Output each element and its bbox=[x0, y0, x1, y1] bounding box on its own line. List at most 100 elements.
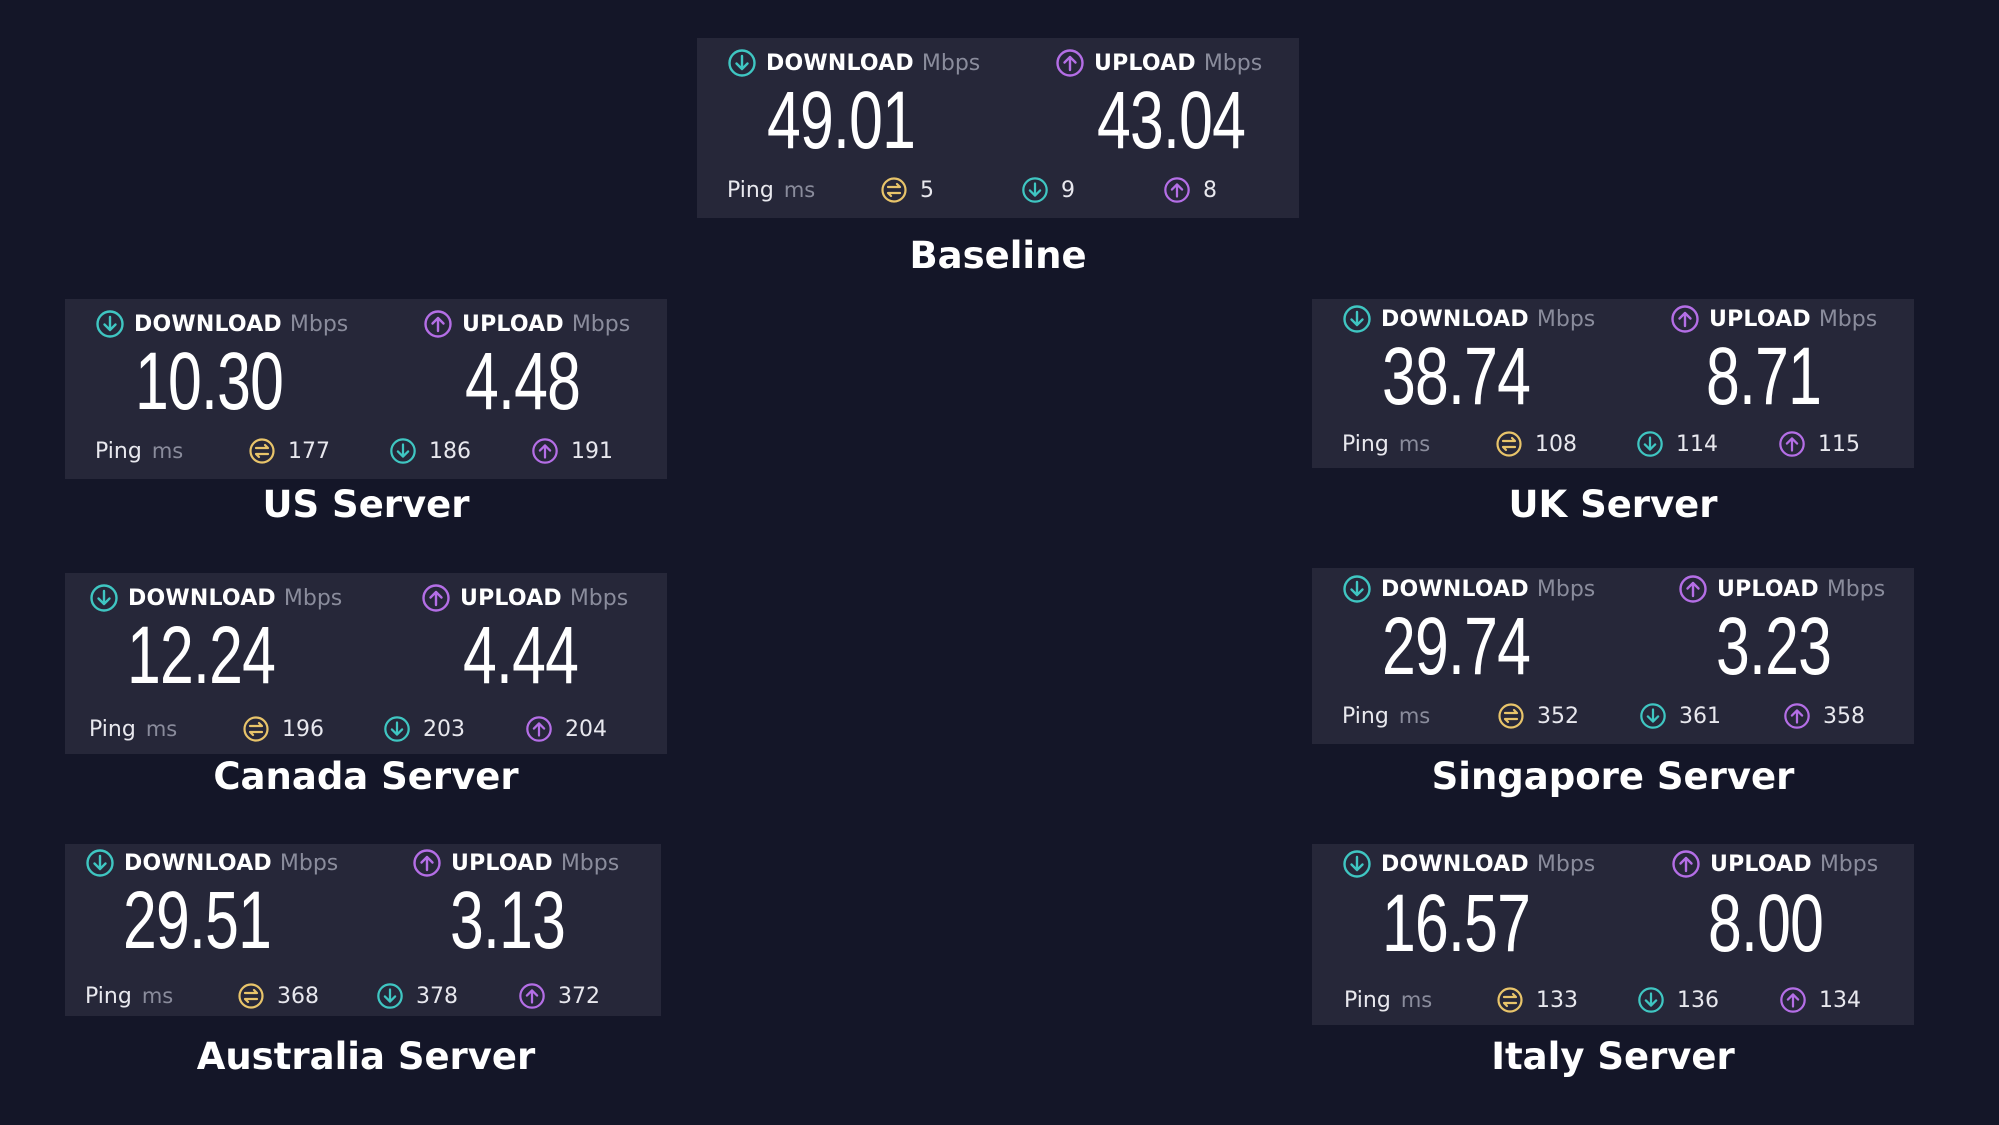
ping-row: Ping ms 177 186 191 bbox=[95, 435, 613, 467]
result-caption: Singapore Server bbox=[1431, 755, 1795, 798]
download-unit: Mbps bbox=[1536, 306, 1596, 332]
upload-label: UPLOAD bbox=[1710, 851, 1812, 877]
ping-row: Ping ms 133 136 134 bbox=[1344, 984, 1861, 1016]
download-arrow-circle-icon bbox=[95, 309, 125, 339]
ping-download-value: 203 bbox=[423, 716, 465, 742]
result-card-us: DOWNLOAD Mbps UPLOAD Mbps 10.30 4.48 Pin… bbox=[65, 299, 667, 479]
upload-arrow-circle-icon bbox=[1678, 574, 1708, 604]
download-speed-value: 29.74 bbox=[1382, 601, 1531, 692]
upload-speed-value: 4.44 bbox=[463, 610, 579, 701]
ping-download-value: 378 bbox=[416, 983, 458, 1009]
upload-header: UPLOAD Mbps bbox=[1671, 847, 1878, 881]
ping-download-value: 136 bbox=[1677, 987, 1719, 1013]
result-caption: Canada Server bbox=[213, 755, 519, 798]
upload-unit: Mbps bbox=[560, 850, 620, 876]
ping-download: 114 bbox=[1636, 428, 1718, 460]
ping-idle: 368 bbox=[237, 980, 319, 1012]
download-speed-value: 38.74 bbox=[1382, 331, 1531, 422]
ping-upload-value: 358 bbox=[1823, 703, 1865, 729]
ping-row: Ping ms 352 361 358 bbox=[1342, 700, 1865, 732]
ping-label: Ping bbox=[89, 716, 136, 742]
ping-upload: 115 bbox=[1778, 428, 1860, 460]
upload-label: UPLOAD bbox=[462, 311, 564, 337]
ping-download-value: 186 bbox=[429, 438, 471, 464]
ping-label: Ping bbox=[95, 438, 142, 464]
download-label: DOWNLOAD bbox=[124, 850, 272, 876]
ping-idle-value: 133 bbox=[1536, 987, 1578, 1013]
result-group-italy: DOWNLOAD Mbps UPLOAD Mbps 16.57 8.00 Pin… bbox=[1312, 844, 1914, 1078]
upload-label: UPLOAD bbox=[1094, 50, 1196, 76]
ping-unit: ms bbox=[1398, 704, 1431, 728]
ping-idle: 177 bbox=[248, 435, 330, 467]
ping-upload: 372 bbox=[518, 980, 600, 1012]
ping-unit: ms bbox=[141, 984, 174, 1008]
ping-download: 136 bbox=[1637, 984, 1719, 1016]
ping-unit: ms bbox=[1398, 432, 1431, 456]
download-arrow-circle-icon bbox=[1342, 304, 1372, 334]
ping-upload: 191 bbox=[531, 435, 613, 467]
upload-label: UPLOAD bbox=[460, 585, 562, 611]
ping-idle-value: 352 bbox=[1537, 703, 1579, 729]
ping-idle-value: 368 bbox=[277, 983, 319, 1009]
download-label: DOWNLOAD bbox=[1381, 306, 1529, 332]
download-arrow-circle-icon bbox=[376, 982, 404, 1010]
upload-unit: Mbps bbox=[571, 311, 631, 337]
result-card-australia: DOWNLOAD Mbps UPLOAD Mbps 29.51 3.13 Pin… bbox=[65, 844, 661, 1016]
download-speed-value: 12.24 bbox=[127, 610, 276, 701]
download-unit: Mbps bbox=[289, 311, 349, 337]
ping-download-value: 361 bbox=[1679, 703, 1721, 729]
upload-arrow-circle-icon bbox=[1671, 849, 1701, 879]
ping-upload-value: 204 bbox=[565, 716, 607, 742]
ping-upload-value: 134 bbox=[1819, 987, 1861, 1013]
idle-latency-icon bbox=[1496, 986, 1524, 1014]
download-unit: Mbps bbox=[1536, 576, 1596, 602]
result-group-canada: DOWNLOAD Mbps UPLOAD Mbps 12.24 4.44 Pin… bbox=[65, 573, 667, 798]
idle-latency-icon bbox=[248, 437, 276, 465]
download-arrow-circle-icon bbox=[1637, 986, 1665, 1014]
ping-row: Ping ms 5 9 8 bbox=[727, 174, 1217, 206]
idle-latency-icon bbox=[880, 176, 908, 204]
ping-download: 9 bbox=[1021, 174, 1075, 206]
upload-label: UPLOAD bbox=[451, 850, 553, 876]
ping-idle: 352 bbox=[1497, 700, 1579, 732]
download-unit: Mbps bbox=[1536, 851, 1596, 877]
ping-unit: ms bbox=[151, 439, 184, 463]
upload-arrow-circle-icon bbox=[525, 715, 553, 743]
ping-row: Ping ms 196 203 204 bbox=[89, 713, 607, 745]
download-arrow-circle-icon bbox=[383, 715, 411, 743]
upload-arrow-circle-icon bbox=[1670, 304, 1700, 334]
result-card-italy: DOWNLOAD Mbps UPLOAD Mbps 16.57 8.00 Pin… bbox=[1312, 844, 1914, 1025]
ping-unit: ms bbox=[783, 178, 816, 202]
ping-idle-value: 108 bbox=[1535, 431, 1577, 457]
ping-idle-value: 196 bbox=[282, 716, 324, 742]
result-card-baseline: DOWNLOAD Mbps UPLOAD Mbps 49.01 43.04 Pi… bbox=[697, 38, 1299, 218]
upload-speed-value: 8.71 bbox=[1706, 331, 1822, 422]
upload-arrow-circle-icon bbox=[518, 982, 546, 1010]
upload-arrow-circle-icon bbox=[1055, 48, 1085, 78]
result-card-canada: DOWNLOAD Mbps UPLOAD Mbps 12.24 4.44 Pin… bbox=[65, 573, 667, 754]
download-arrow-circle-icon bbox=[727, 48, 757, 78]
upload-arrow-circle-icon bbox=[1163, 176, 1191, 204]
result-card-singapore: DOWNLOAD Mbps UPLOAD Mbps 29.74 3.23 Pin… bbox=[1312, 568, 1914, 744]
download-label: DOWNLOAD bbox=[766, 50, 914, 76]
upload-arrow-circle-icon bbox=[1783, 702, 1811, 730]
result-group-australia: DOWNLOAD Mbps UPLOAD Mbps 29.51 3.13 Pin… bbox=[65, 844, 667, 1078]
ping-idle: 5 bbox=[880, 174, 934, 206]
download-arrow-circle-icon bbox=[85, 848, 115, 878]
download-speed-value: 16.57 bbox=[1382, 878, 1531, 969]
upload-label: UPLOAD bbox=[1717, 576, 1819, 602]
ping-upload-value: 115 bbox=[1818, 431, 1860, 457]
download-label: DOWNLOAD bbox=[1381, 851, 1529, 877]
result-caption: Australia Server bbox=[196, 1035, 536, 1078]
download-label: DOWNLOAD bbox=[128, 585, 276, 611]
upload-speed-value: 4.48 bbox=[465, 336, 581, 427]
idle-latency-icon bbox=[1495, 430, 1523, 458]
download-arrow-circle-icon bbox=[1021, 176, 1049, 204]
upload-arrow-circle-icon bbox=[421, 583, 451, 613]
ping-download-value: 9 bbox=[1061, 177, 1075, 203]
idle-latency-icon bbox=[242, 715, 270, 743]
result-group-singapore: DOWNLOAD Mbps UPLOAD Mbps 29.74 3.23 Pin… bbox=[1312, 568, 1914, 798]
upload-speed-value: 3.23 bbox=[1716, 601, 1832, 692]
download-unit: Mbps bbox=[283, 585, 343, 611]
ping-unit: ms bbox=[145, 717, 178, 741]
